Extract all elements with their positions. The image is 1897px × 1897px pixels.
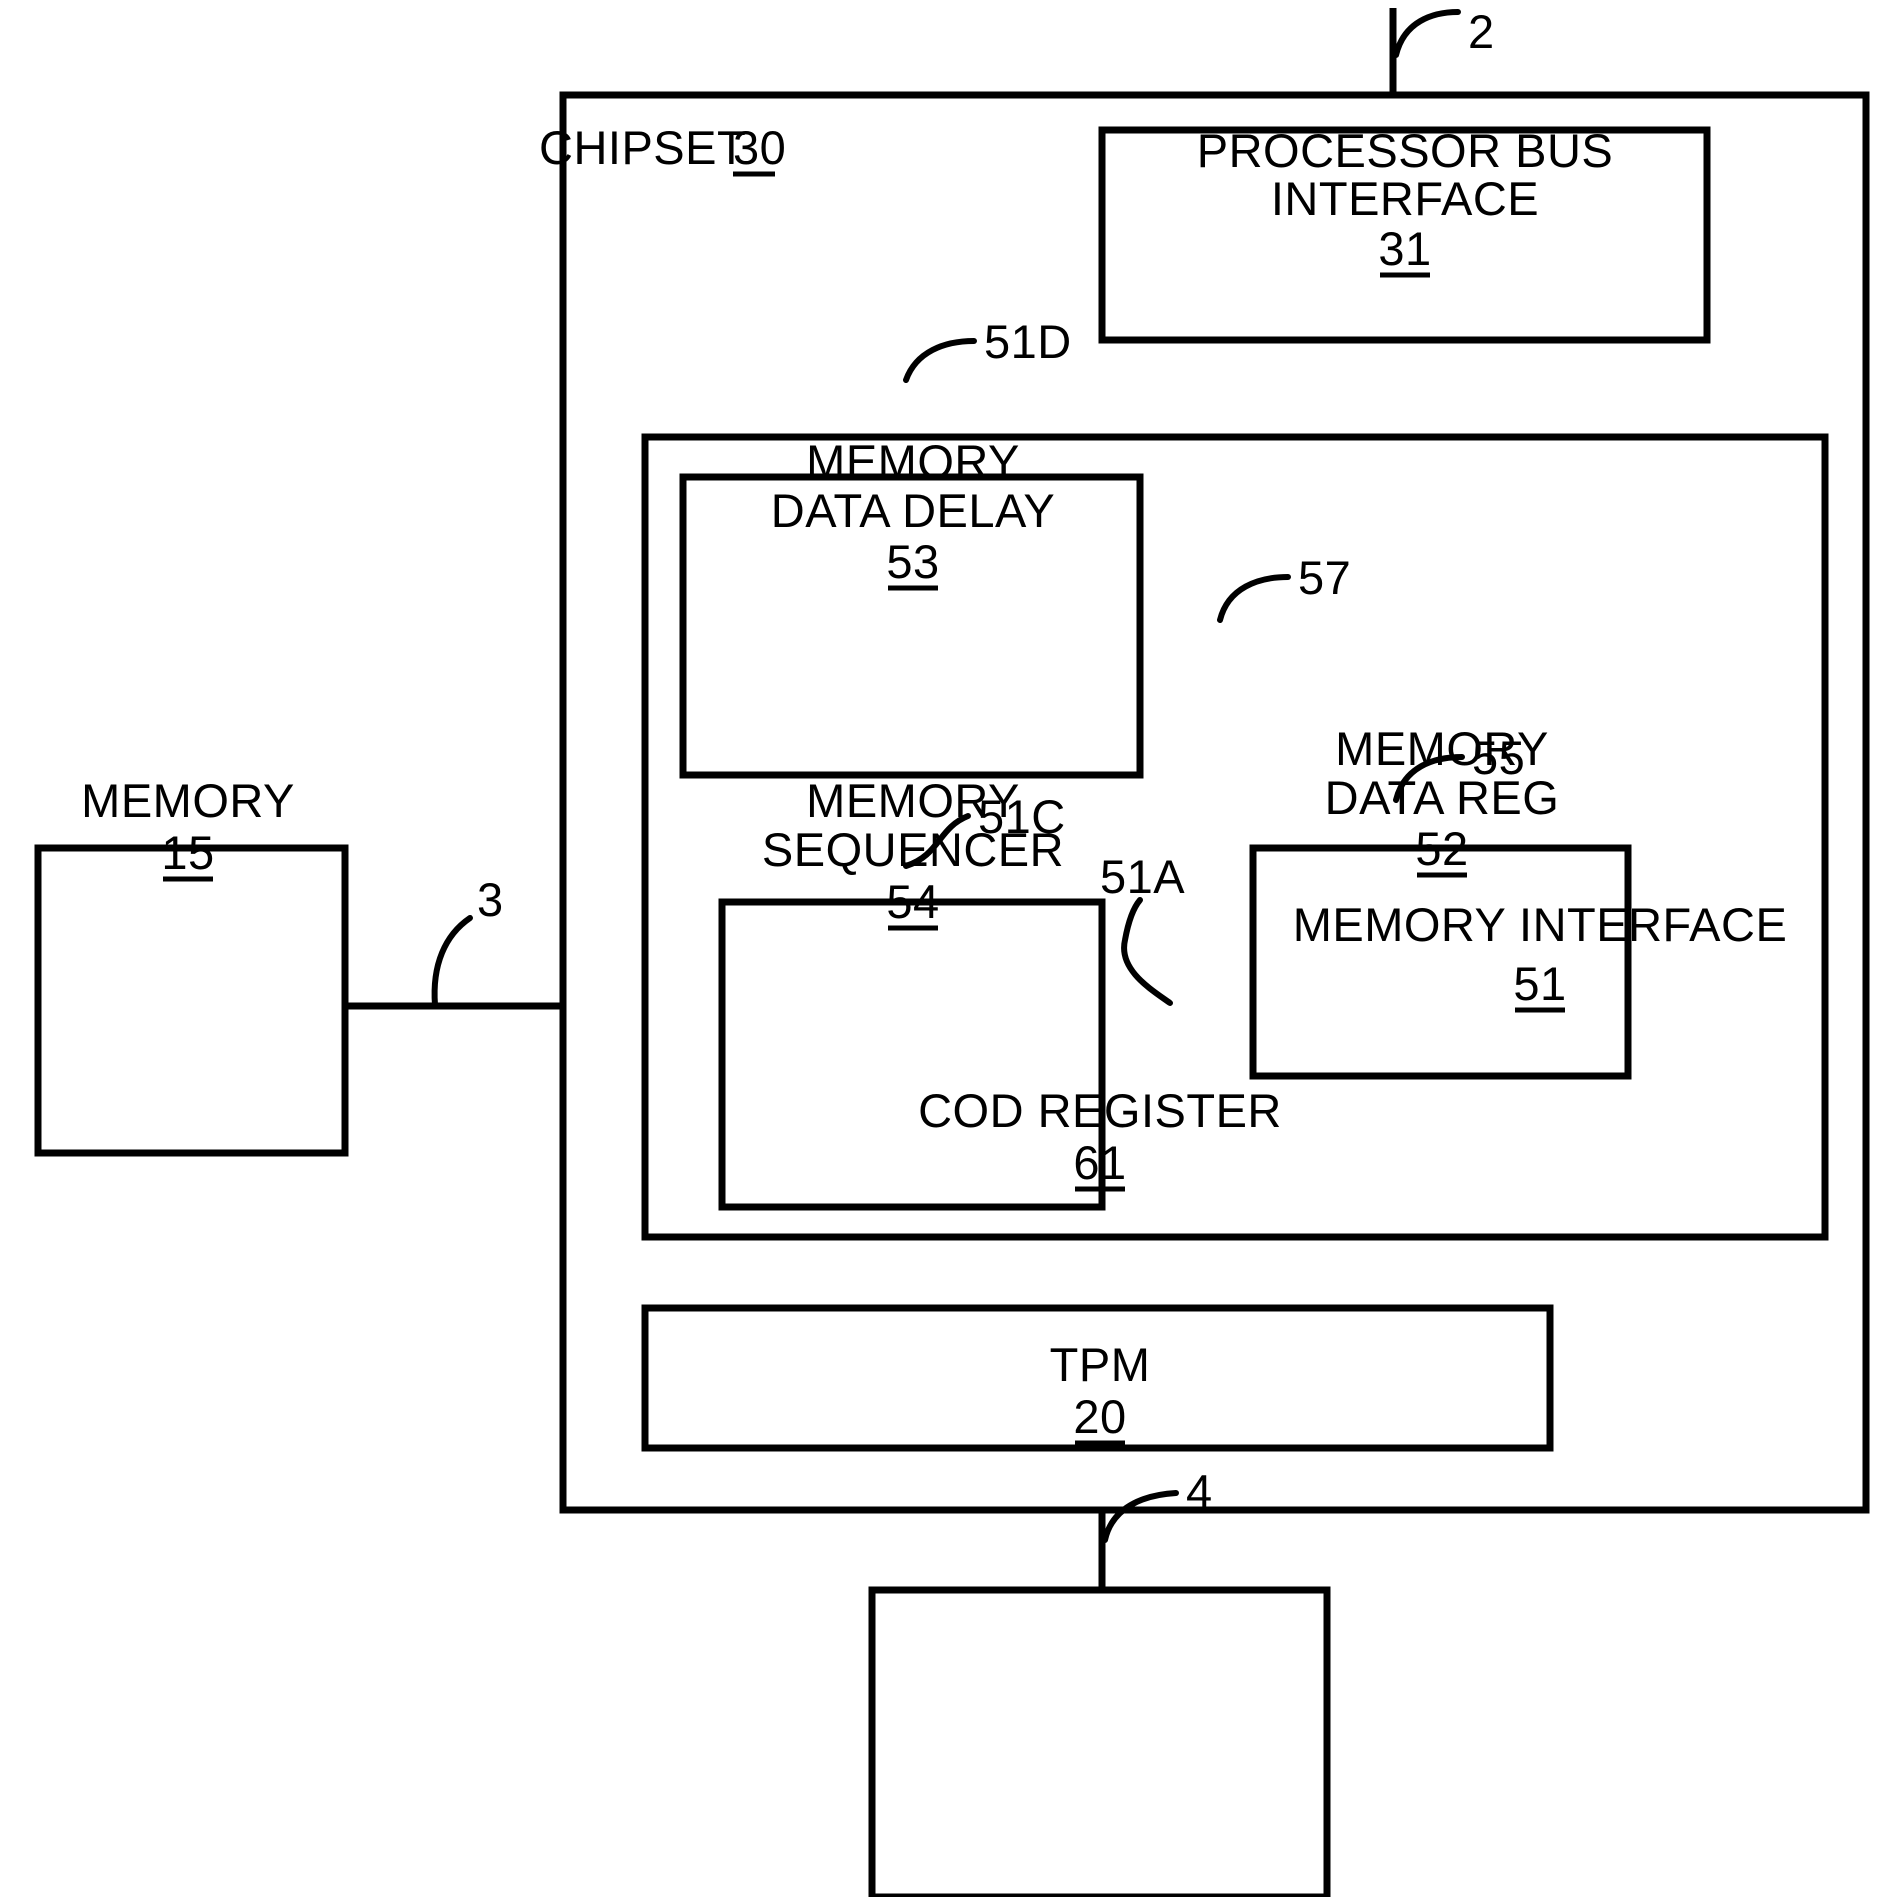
leader-curve-2 xyxy=(1393,9,1461,58)
leader-label-51d: 51D xyxy=(984,315,1072,368)
mi-ref: 51 xyxy=(1513,957,1566,1010)
ms-ref: 54 xyxy=(886,875,939,928)
mdd-ref: 53 xyxy=(886,535,939,588)
memory-box xyxy=(34,844,349,1157)
tpm-ref: 20 xyxy=(1073,1390,1126,1443)
mi-label: MEMORY INTERFACE xyxy=(1293,898,1788,951)
mdd-label-line1: MEMORY xyxy=(806,435,1020,488)
chipset-ref: 30 xyxy=(733,121,786,174)
pbi-label-line1: PROCESSOR BUS xyxy=(1197,124,1614,177)
leader-label-51a: 51A xyxy=(1100,850,1185,903)
chipset-label: CHIPSET xyxy=(539,121,746,174)
mdr-ref: 52 xyxy=(1415,822,1468,875)
memory-label: MEMORY xyxy=(81,774,295,827)
pbi-ref: 31 xyxy=(1378,222,1431,275)
leader-curve-3 xyxy=(431,915,473,1008)
tpm-label: TPM xyxy=(1050,1338,1151,1391)
memory-data-reg-box xyxy=(1249,844,1632,1080)
patent-figure: CHIPSET 30 PROCESSOR BUS INTERFACE 31 ME… xyxy=(0,0,1897,1897)
leader-label-2: 2 xyxy=(1468,5,1495,58)
cod-ref: 61 xyxy=(1073,1136,1126,1189)
memory-sequencer-box xyxy=(718,898,1106,1211)
leader-label-57: 57 xyxy=(1298,551,1351,604)
cod-label: COD REGISTER xyxy=(918,1084,1282,1137)
leader-label-55: 55 xyxy=(1472,731,1525,784)
pbi-label-line2: INTERFACE xyxy=(1271,172,1539,225)
leader-label-3: 3 xyxy=(477,873,504,926)
leader-label-4: 4 xyxy=(1186,1465,1213,1518)
memory-ref: 15 xyxy=(161,826,214,879)
chipset-label-group: CHIPSET 30 xyxy=(539,121,786,177)
leader-label-51c: 51C xyxy=(978,790,1066,843)
mdd-label-line2: DATA DELAY xyxy=(771,484,1055,537)
tpm-box xyxy=(868,1586,1331,1897)
